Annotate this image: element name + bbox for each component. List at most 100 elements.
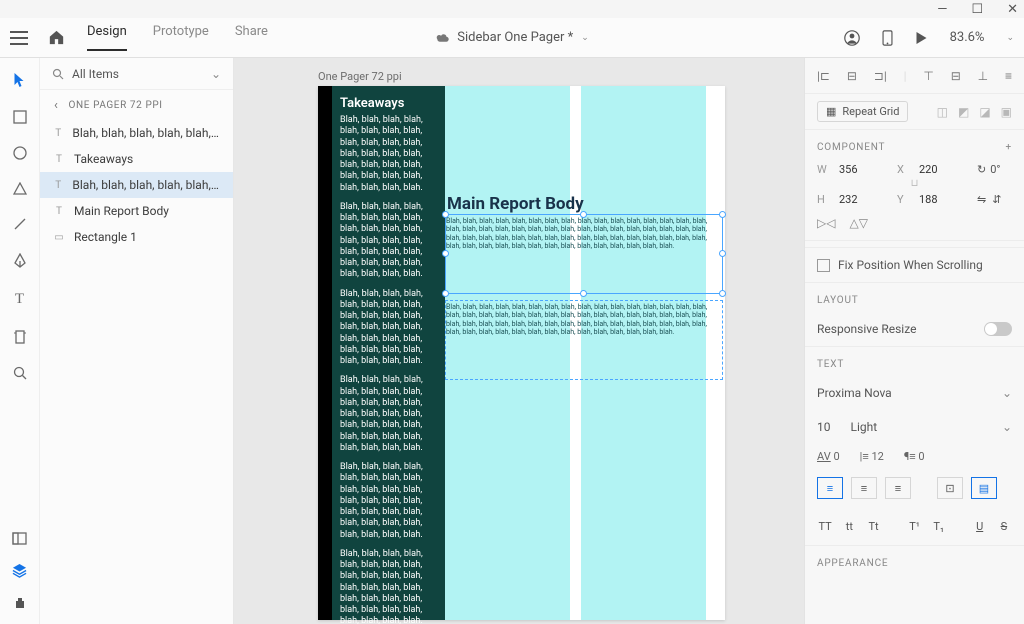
selection-box[interactable]: Blah, blah, blah, blah, blah, blah, blah…	[445, 214, 723, 294]
resize-handle[interactable]	[719, 250, 726, 257]
line-height-input[interactable]: 12	[871, 450, 883, 463]
layer-item[interactable]: TBlah, blah, blah, blah, blah, blah,…	[40, 120, 233, 146]
layer-item[interactable]: TMain Report Body	[40, 198, 233, 224]
text-block[interactable]: Blah, blah, blah, blah, blah, blah, blah…	[446, 301, 722, 337]
tab-design[interactable]: Design	[87, 24, 127, 51]
layers-filter[interactable]: All Items ⌄	[40, 58, 233, 90]
tab-share[interactable]: Share	[235, 24, 268, 51]
window-minimize[interactable]: —	[937, 2, 947, 17]
sidebar-paragraph[interactable]: Blah, blah, blah, blah, blah, blah, blah…	[340, 462, 437, 541]
tab-prototype[interactable]: Prototype	[153, 24, 209, 51]
artboard[interactable]: Takeaways Blah, blah, blah, blah, blah, …	[318, 86, 725, 620]
pen-tool[interactable]	[13, 253, 27, 269]
text-align-left[interactable]: ≡	[817, 477, 843, 499]
fix-position-row[interactable]: Fix Position When Scrolling	[805, 248, 1024, 283]
layer-item[interactable]: TTakeaways	[40, 146, 233, 172]
distribute-icon[interactable]: ≡	[1005, 69, 1012, 83]
y-input[interactable]: 188	[919, 193, 969, 206]
width-input[interactable]: 356	[839, 163, 889, 176]
rectangle-tool[interactable]	[13, 110, 27, 124]
window-maximize[interactable]: ☐	[971, 2, 983, 17]
assets-icon[interactable]	[12, 532, 27, 545]
height-input[interactable]: 232	[839, 193, 889, 206]
add-component-icon[interactable]: +	[1006, 142, 1012, 153]
layers-icon[interactable]	[12, 563, 27, 578]
subscript-button[interactable]: T₁	[931, 515, 947, 537]
flip-v-icon[interactable]: ⇵	[992, 193, 1001, 206]
flip-h-icon[interactable]: ⇋	[977, 193, 986, 206]
sidebar-paragraph[interactable]: Blah, blah, blah, blah, blah, blah, blah…	[340, 202, 437, 281]
artboard-tool[interactable]	[13, 330, 27, 344]
strikethrough-button[interactable]: S	[996, 515, 1012, 537]
titlecase-button[interactable]: Tt	[865, 515, 881, 537]
align-bottom-icon[interactable]: ⊥	[978, 69, 988, 83]
lock-aspect-icon[interactable]: ⊔	[805, 178, 1024, 189]
document-title[interactable]: Sidebar One Pager * ⌄	[435, 30, 589, 45]
account-icon[interactable]	[844, 30, 860, 46]
plugins-icon[interactable]	[13, 596, 27, 610]
align-top-icon[interactable]: ⊤	[923, 69, 933, 83]
menu-icon[interactable]	[10, 31, 28, 45]
resize-handle[interactable]	[580, 290, 587, 297]
zoom-level[interactable]: 83.6%	[950, 30, 985, 45]
lowercase-button[interactable]: tt	[841, 515, 857, 537]
font-size-input[interactable]: 10	[817, 420, 831, 434]
sidebar-paragraph[interactable]: Blah, blah, blah, blah, blah, blah, blah…	[340, 549, 437, 624]
bool-subtract-icon[interactable]: ◩	[958, 105, 969, 119]
font-weight-select[interactable]: Light	[851, 420, 1002, 434]
sidebar-paragraph[interactable]: Blah, blah, blah, blah, blah, blah, blah…	[340, 115, 437, 194]
ellipse-tool[interactable]	[13, 146, 27, 160]
superscript-button[interactable]: T¹	[906, 515, 922, 537]
chevron-down-icon[interactable]: ⌄	[1006, 33, 1014, 43]
device-preview-icon[interactable]	[882, 30, 893, 46]
bool-union-icon[interactable]: ◫	[937, 105, 948, 119]
para-spacing-input[interactable]: 0	[918, 450, 924, 463]
resize-handle[interactable]	[442, 250, 449, 257]
selection-box-secondary[interactable]: Blah, blah, blah, blah, blah, blah, blah…	[445, 300, 723, 380]
text-tool[interactable]: T	[15, 291, 24, 308]
align-middle-icon[interactable]: ⊟	[951, 69, 961, 83]
layers-breadcrumb[interactable]: ‹ ONE PAGER 72 PPI	[40, 90, 233, 120]
play-icon[interactable]	[915, 31, 928, 45]
text-point-mode[interactable]: ⊡	[937, 477, 963, 499]
checkbox-icon[interactable]	[817, 259, 830, 272]
window-close[interactable]: ✕	[1007, 2, 1018, 17]
layer-item[interactable]: TBlah, blah, blah, blah, blah, blah,…	[40, 172, 233, 198]
uppercase-button[interactable]: TT	[817, 515, 833, 537]
text-area-mode[interactable]: ▤	[971, 477, 997, 499]
text-align-right[interactable]: ≡	[885, 477, 911, 499]
resize-handle[interactable]	[719, 211, 726, 218]
align-left-icon[interactable]: |⊏	[817, 69, 830, 83]
polygon-tool[interactable]	[13, 182, 27, 195]
resize-handle[interactable]	[719, 290, 726, 297]
x-input[interactable]: 220	[919, 163, 969, 176]
artboard-label[interactable]: One Pager 72 ppi	[318, 70, 402, 83]
align-center-h-icon[interactable]: ⊟	[847, 69, 857, 83]
layer-item[interactable]: ▭Rectangle 1	[40, 224, 233, 250]
select-tool[interactable]	[13, 72, 26, 88]
resize-handle[interactable]	[442, 290, 449, 297]
font-family-select[interactable]: Proxima Nova⌄	[805, 376, 1024, 410]
char-spacing-input[interactable]: 0	[833, 450, 839, 463]
bool-exclude-icon[interactable]: ▣	[1001, 105, 1012, 119]
rotation-input[interactable]: 0°	[990, 163, 1000, 176]
sidebar-paragraph[interactable]: Blah, blah, blah, blah, blah, blah, blah…	[340, 289, 437, 368]
resize-handle[interactable]	[580, 211, 587, 218]
text-align-center[interactable]: ≡	[851, 477, 877, 499]
responsive-toggle[interactable]	[984, 322, 1012, 336]
canvas[interactable]: One Pager 72 ppi Takeaways Blah, blah, b…	[234, 58, 804, 624]
home-icon[interactable]	[48, 30, 65, 45]
zoom-tool[interactable]	[13, 366, 27, 380]
flip-horizontal-icon[interactable]: ▷◁	[817, 216, 835, 230]
flip-vertical-icon[interactable]: △▽	[849, 216, 867, 230]
sidebar-paragraph[interactable]: Blah, blah, blah, blah, blah, blah, blah…	[340, 375, 437, 454]
line-tool[interactable]	[13, 217, 27, 231]
takeaways-heading[interactable]: Takeaways	[340, 96, 437, 111]
align-right-icon[interactable]: ⊐|	[874, 69, 887, 83]
repeat-grid-button[interactable]: ▦ Repeat Grid	[817, 101, 908, 122]
underline-button[interactable]: U	[972, 515, 988, 537]
bool-intersect-icon[interactable]: ◪	[979, 105, 990, 119]
selected-text-block[interactable]: Blah, blah, blah, blah, blah, blah, blah…	[446, 215, 722, 251]
resize-handle[interactable]	[442, 211, 449, 218]
rotate-icon[interactable]: ↻	[977, 163, 986, 176]
